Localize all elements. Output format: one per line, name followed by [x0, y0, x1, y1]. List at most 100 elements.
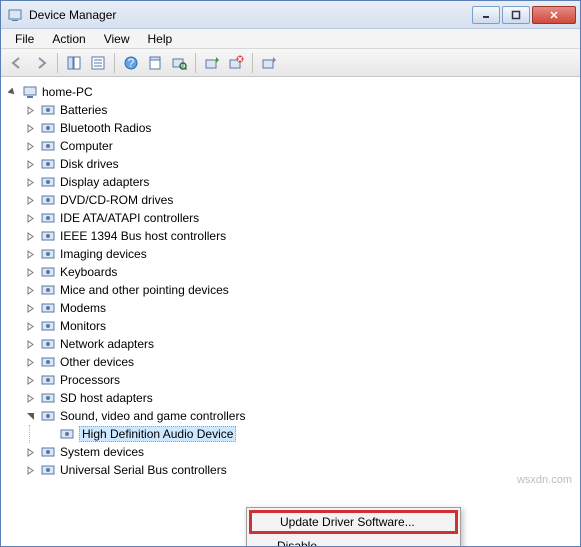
collapse-icon[interactable]: [7, 87, 18, 98]
category-node[interactable]: Bluetooth Radios: [23, 119, 576, 137]
update-driver-button[interactable]: [202, 53, 222, 73]
expand-icon[interactable]: [25, 303, 36, 314]
device-icon: [40, 444, 56, 460]
scan-hardware-button[interactable]: [169, 53, 189, 73]
category-label: Mice and other pointing devices: [60, 283, 229, 297]
properties-button[interactable]: [88, 53, 108, 73]
category-node[interactable]: Other devices: [23, 353, 576, 371]
category-node[interactable]: Disk drives: [23, 155, 576, 173]
category-label: Bluetooth Radios: [60, 121, 151, 135]
device-icon: [40, 408, 56, 424]
device-icon: [40, 264, 56, 280]
expand-icon[interactable]: [25, 105, 36, 116]
category-label: Other devices: [60, 355, 134, 369]
expand-icon[interactable]: [25, 321, 36, 332]
category-node[interactable]: Imaging devices: [23, 245, 576, 263]
category-label: Modems: [60, 301, 106, 315]
close-button[interactable]: [532, 6, 576, 24]
category-node[interactable]: Sound, video and game controllers: [23, 407, 576, 425]
device-icon: [40, 354, 56, 370]
uninstall-button[interactable]: [226, 53, 246, 73]
properties-sheet-button[interactable]: [145, 53, 165, 73]
help-button[interactable]: ?: [121, 53, 141, 73]
device-icon: [40, 462, 56, 478]
menu-help[interactable]: Help: [140, 30, 181, 48]
category-label: Universal Serial Bus controllers: [60, 463, 227, 477]
svg-text:?: ?: [128, 56, 135, 70]
expand-icon[interactable]: [25, 285, 36, 296]
category-node[interactable]: Monitors: [23, 317, 576, 335]
category-node[interactable]: Keyboards: [23, 263, 576, 281]
expand-icon[interactable]: [25, 357, 36, 368]
category-node[interactable]: Modems: [23, 299, 576, 317]
category-node[interactable]: SD host adapters: [23, 389, 576, 407]
category-label: DVD/CD-ROM drives: [60, 193, 173, 207]
expand-icon[interactable]: [25, 393, 36, 404]
expand-icon[interactable]: [25, 159, 36, 170]
separator: [114, 53, 115, 73]
disable-button[interactable]: [259, 53, 279, 73]
device-icon: [40, 336, 56, 352]
category-node[interactable]: Mice and other pointing devices: [23, 281, 576, 299]
device-icon: [59, 426, 75, 442]
category-node[interactable]: IEEE 1394 Bus host controllers: [23, 227, 576, 245]
device-icon: [40, 300, 56, 316]
minimize-button[interactable]: [472, 6, 500, 24]
expand-icon[interactable]: [25, 465, 36, 476]
expand-icon[interactable]: [25, 375, 36, 386]
expand-icon[interactable]: [25, 195, 36, 206]
device-icon: [40, 156, 56, 172]
category-node[interactable]: Processors: [23, 371, 576, 389]
menu-view[interactable]: View: [96, 30, 138, 48]
category-node[interactable]: IDE ATA/ATAPI controllers: [23, 209, 576, 227]
context-menu-update-driver[interactable]: Update Driver Software...: [249, 510, 458, 534]
device-icon: [40, 372, 56, 388]
category-label: Computer: [60, 139, 113, 153]
context-menu: Update Driver Software... Disable Uninst…: [246, 507, 461, 546]
device-manager-window: Device Manager File Action View Help ?: [0, 0, 581, 547]
expand-icon[interactable]: [25, 123, 36, 134]
device-label: High Definition Audio Device: [79, 426, 236, 442]
titlebar: Device Manager: [1, 1, 580, 29]
app-icon: [7, 7, 23, 23]
forward-button[interactable]: [31, 53, 51, 73]
category-node[interactable]: Network adapters: [23, 335, 576, 353]
expand-icon[interactable]: [25, 267, 36, 278]
menu-file[interactable]: File: [7, 30, 42, 48]
category-label: Monitors: [60, 319, 106, 333]
expand-icon[interactable]: [25, 249, 36, 260]
expand-icon[interactable]: [25, 213, 36, 224]
category-node[interactable]: Universal Serial Bus controllers: [23, 461, 576, 479]
device-icon: [40, 210, 56, 226]
category-label: Display adapters: [60, 175, 149, 189]
category-label: Network adapters: [60, 337, 154, 351]
collapse-icon[interactable]: [25, 411, 36, 422]
menu-action[interactable]: Action: [44, 30, 93, 48]
separator: [57, 53, 58, 73]
expand-icon[interactable]: [25, 177, 36, 188]
back-button[interactable]: [7, 53, 27, 73]
window-buttons: [472, 6, 576, 24]
tree-view[interactable]: home-PC Batteries Bluetooth Radios Compute…: [1, 77, 580, 546]
category-node[interactable]: Computer: [23, 137, 576, 155]
category-node[interactable]: Display adapters: [23, 173, 576, 191]
expand-icon[interactable]: [25, 231, 36, 242]
context-menu-disable[interactable]: Disable: [249, 534, 458, 546]
maximize-button[interactable]: [502, 6, 530, 24]
expand-icon[interactable]: [25, 339, 36, 350]
separator: [252, 53, 253, 73]
separator: [195, 53, 196, 73]
expand-icon[interactable]: [25, 141, 36, 152]
root-node[interactable]: home-PC: [5, 83, 576, 101]
category-node[interactable]: Batteries: [23, 101, 576, 119]
device-icon: [40, 138, 56, 154]
expand-icon[interactable]: [25, 447, 36, 458]
category-label: System devices: [60, 445, 144, 459]
category-label: Processors: [60, 373, 120, 387]
show-hide-tree-button[interactable]: [64, 53, 84, 73]
device-node[interactable]: High Definition Audio Device: [42, 425, 576, 443]
category-node[interactable]: DVD/CD-ROM drives: [23, 191, 576, 209]
root-label: home-PC: [42, 85, 93, 99]
device-icon: [40, 120, 56, 136]
category-node[interactable]: System devices: [23, 443, 576, 461]
